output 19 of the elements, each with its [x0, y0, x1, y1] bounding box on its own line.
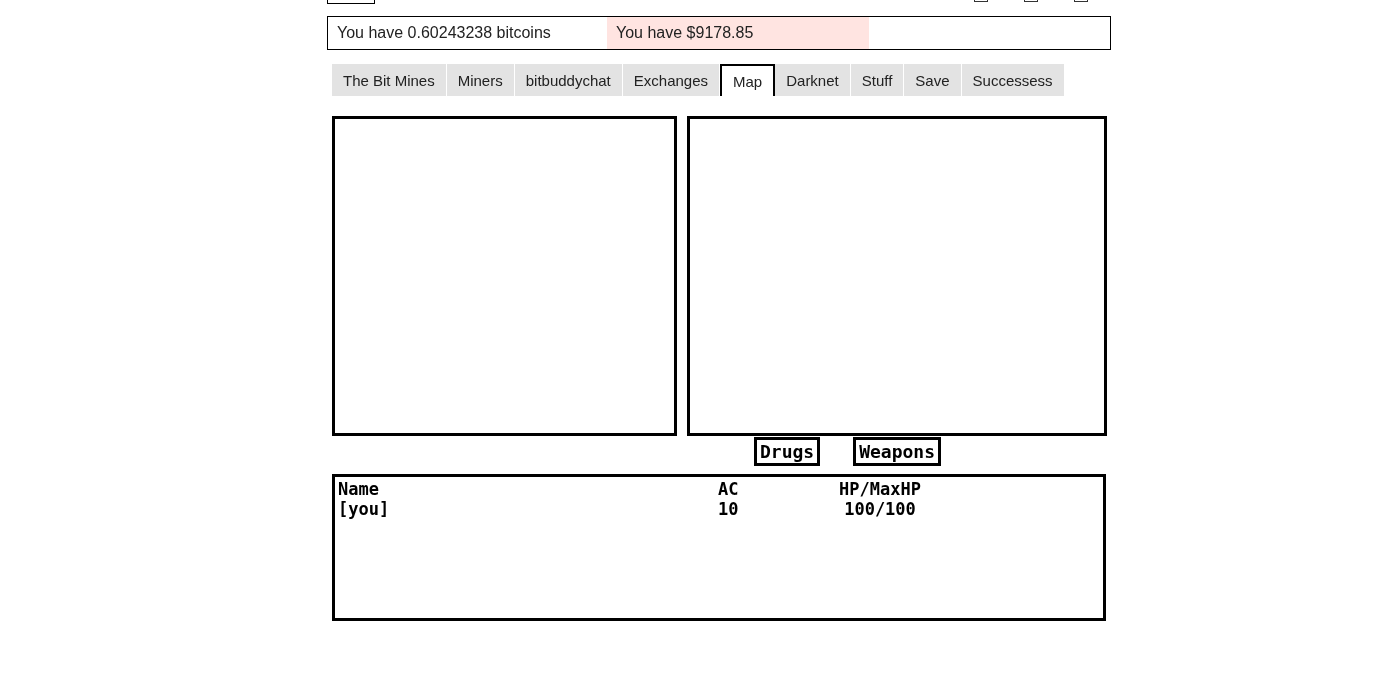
tab[interactable]: Exchanges [622, 64, 720, 96]
tab[interactable]: Save [904, 64, 962, 96]
column-header: AC [718, 479, 740, 499]
inventory-button[interactable]: Weapons [853, 437, 942, 466]
tab[interactable]: Miners [446, 64, 515, 96]
tab[interactable]: Darknet [775, 64, 851, 96]
table-cell-text: 100/100 [843, 499, 917, 519]
tab[interactable]: The Bit Mines [332, 64, 447, 96]
column-header: HP/MaxHP [838, 479, 922, 499]
tab[interactable]: Successess [961, 64, 1065, 96]
table-cell-text: [you] [338, 499, 391, 519]
table-cell-text: 10 [718, 499, 740, 519]
stat-text: You have 0.60243238 bitcoins [336, 23, 552, 43]
stat-text: You have $9178.85 [607, 17, 869, 49]
inventory-button[interactable]: Drugs [754, 437, 821, 466]
tab[interactable]: Stuff [850, 64, 905, 96]
tab[interactable]: Map [720, 64, 776, 96]
tab[interactable]: bitbuddychat [514, 64, 623, 96]
column-header: Name [338, 479, 380, 499]
